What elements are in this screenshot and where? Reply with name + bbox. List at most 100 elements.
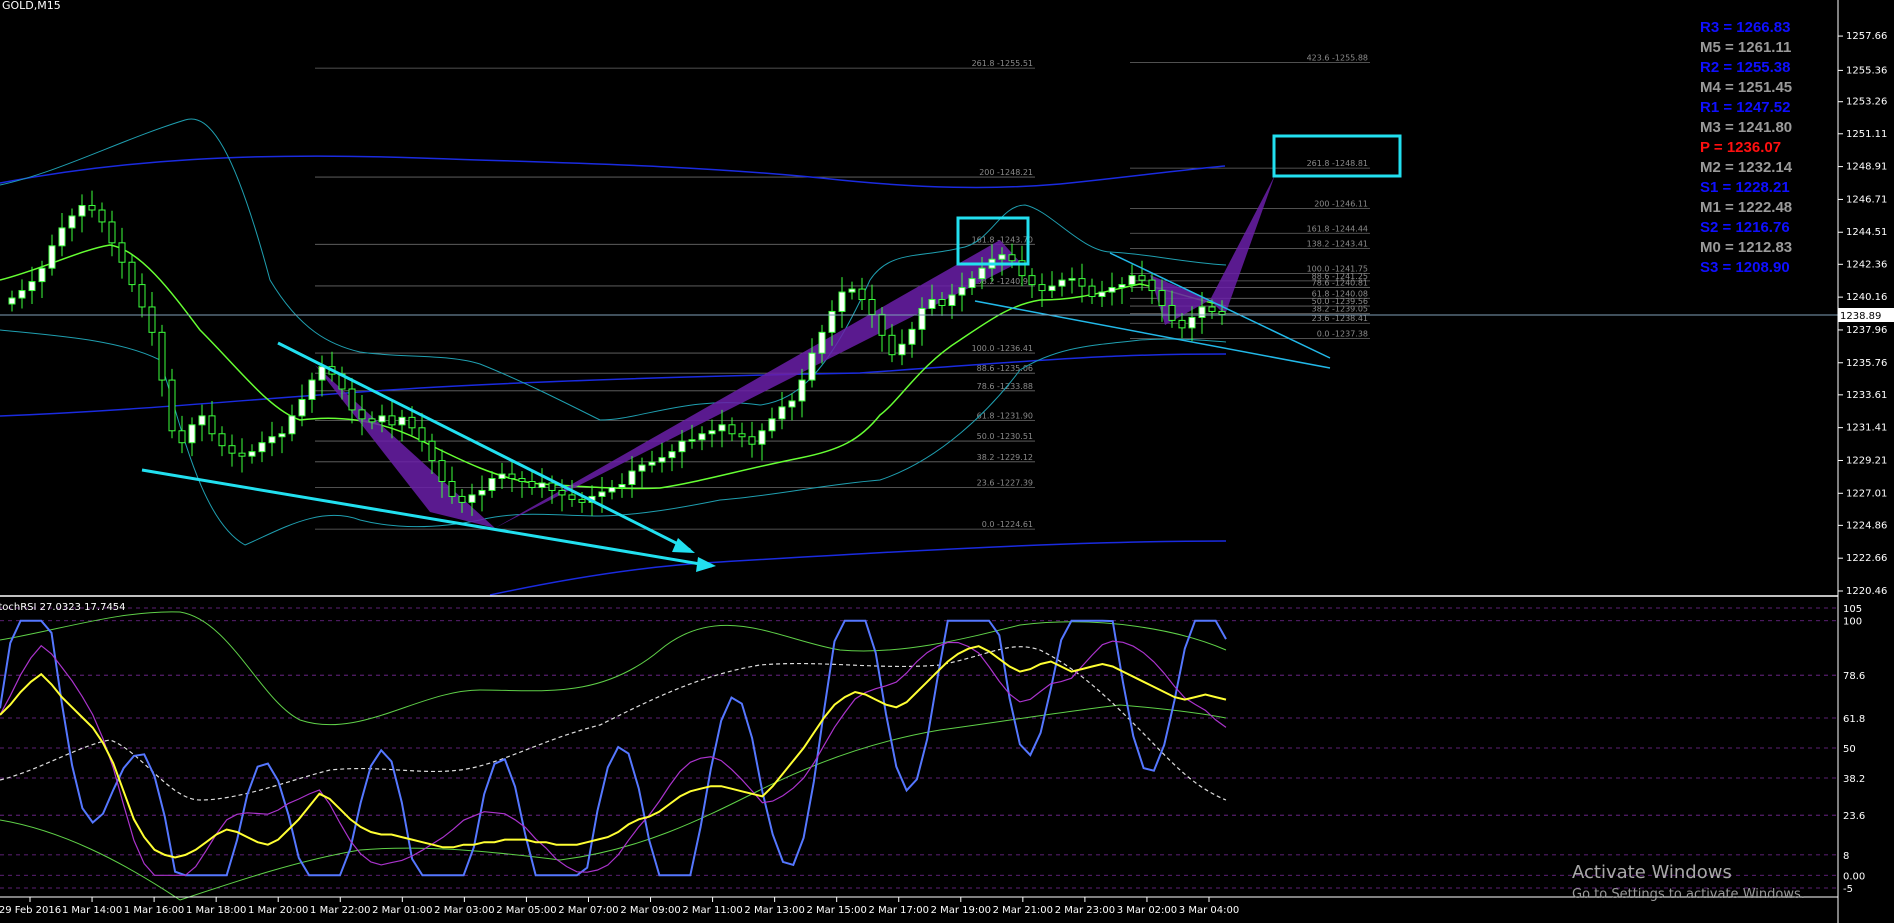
candle-body xyxy=(368,418,376,423)
time-tick-label: 2 Mar 21:00 xyxy=(993,905,1053,916)
candle-body xyxy=(888,334,896,356)
candle-body xyxy=(238,452,246,457)
time-tick-label: 29 Feb 2016 xyxy=(0,905,61,916)
candle-body xyxy=(498,473,506,480)
pivot-m3: M3 = 1241.80 xyxy=(1700,119,1793,136)
candle-body xyxy=(518,478,526,483)
price-tick-label: 1229.21 xyxy=(1846,455,1887,466)
pivot-s3: S3 = 1208.90 xyxy=(1700,259,1790,276)
time-tick-label: 2 Mar 01:00 xyxy=(372,905,432,916)
candle-body xyxy=(468,494,476,503)
candle-body xyxy=(218,433,226,447)
fib-level-label: 261.8 -1248.81 xyxy=(1307,159,1368,168)
time-tick-label: 3 Mar 02:00 xyxy=(1117,905,1177,916)
candle-body xyxy=(868,299,876,315)
candle-body xyxy=(708,430,716,435)
candle-body xyxy=(818,331,826,354)
candle-body xyxy=(438,460,446,483)
candle-body xyxy=(1128,275,1136,286)
indicator-label: StochRSI 27.0323 17.7454 xyxy=(0,602,126,613)
candle-body xyxy=(508,473,516,480)
candle-body xyxy=(778,406,786,420)
price-tick-label: 1233.61 xyxy=(1846,390,1887,401)
candle-body xyxy=(128,261,136,286)
price-tick-label: 1235.76 xyxy=(1846,358,1887,369)
candle-body xyxy=(108,221,116,244)
time-tick-label: 1 Mar 14:00 xyxy=(62,905,122,916)
price-tick-label: 1231.41 xyxy=(1846,423,1887,434)
stoch-tick-label: 78.6 xyxy=(1843,671,1865,682)
candle-body xyxy=(448,481,456,497)
candle-body xyxy=(408,416,416,429)
time-tick-label: 1 Mar 20:00 xyxy=(248,905,308,916)
candle-body xyxy=(678,440,686,453)
candle-body xyxy=(548,482,556,491)
candle-body xyxy=(1098,291,1106,298)
candle-body xyxy=(748,436,756,445)
candle-body xyxy=(1078,278,1086,287)
candle-body xyxy=(138,284,146,308)
watermark-title: Activate Windows xyxy=(1572,862,1732,883)
candle-body xyxy=(358,409,366,420)
candle-body xyxy=(928,299,936,309)
candle-body xyxy=(798,379,806,402)
fib-level-label: 200 -1246.11 xyxy=(1314,199,1368,208)
pivot-m4: M4 = 1251.45 xyxy=(1700,79,1793,96)
candle-body xyxy=(78,205,86,217)
stoch-tick-label: 105 xyxy=(1843,604,1862,615)
candle-body xyxy=(978,267,986,280)
candle-body xyxy=(898,343,906,356)
candle-body xyxy=(28,281,36,292)
time-tick-label: 1 Mar 22:00 xyxy=(310,905,370,916)
candle-body xyxy=(608,486,616,493)
candle-body xyxy=(1058,279,1066,287)
fib-level-label: 38.2 -1229.12 xyxy=(977,453,1033,462)
candle-body xyxy=(398,416,406,426)
candle-body xyxy=(788,400,796,408)
candle-body xyxy=(668,451,676,459)
time-tick-label: 2 Mar 15:00 xyxy=(806,905,866,916)
candle-body xyxy=(418,427,426,442)
price-tick-label: 1255.36 xyxy=(1846,65,1887,76)
time-tick-label: 2 Mar 23:00 xyxy=(1055,905,1115,916)
candle-body xyxy=(698,433,706,441)
candle-body xyxy=(428,440,436,462)
candle-body xyxy=(578,498,586,503)
price-tick-label: 1257.66 xyxy=(1846,31,1887,42)
pivot-m5: M5 = 1261.11 xyxy=(1700,39,1792,56)
candle-body xyxy=(488,478,496,491)
candle-body xyxy=(1198,306,1206,318)
time-tick-label: 3 Mar 04:00 xyxy=(1179,905,1239,916)
time-tick-label: 2 Mar 17:00 xyxy=(869,905,929,916)
candle-body xyxy=(968,278,976,289)
candle-body xyxy=(758,430,766,445)
candle-body xyxy=(648,461,656,466)
trading-chart[interactable]: 261.8 -1255.51200 -1248.21161.8 -1243.70… xyxy=(0,0,1894,923)
candle-body xyxy=(1178,319,1186,329)
candle-body xyxy=(58,227,66,247)
pivot-s2: S2 = 1216.76 xyxy=(1700,219,1790,236)
candle-body xyxy=(1118,284,1126,289)
candle-body xyxy=(1028,275,1036,286)
price-tick-label: 1251.11 xyxy=(1846,129,1887,140)
candle-body xyxy=(1208,306,1216,312)
candle-body xyxy=(658,457,666,463)
candle-body xyxy=(308,379,316,400)
candle-body xyxy=(738,433,746,438)
candle-body xyxy=(958,287,966,296)
candle-body xyxy=(728,424,736,435)
candle-body xyxy=(458,495,466,503)
candle-body xyxy=(1158,290,1166,306)
pivot-r1: R1 = 1247.52 xyxy=(1700,99,1791,116)
candle-body xyxy=(1188,316,1196,329)
stoch-tick-label: 0.00 xyxy=(1843,871,1865,882)
pivot-r3: R3 = 1266.83 xyxy=(1700,19,1791,36)
candle-body xyxy=(1148,279,1156,292)
symbol-label: GOLD,M15 xyxy=(2,0,61,12)
candle-body xyxy=(168,379,176,432)
fib-level-label: 61.8 -1231.90 xyxy=(977,411,1033,420)
candle-body xyxy=(348,388,356,411)
candle-body xyxy=(1038,284,1046,292)
fib-level-label: 23.6 -1227.39 xyxy=(977,479,1033,488)
time-tick-label: 1 Mar 16:00 xyxy=(124,905,184,916)
